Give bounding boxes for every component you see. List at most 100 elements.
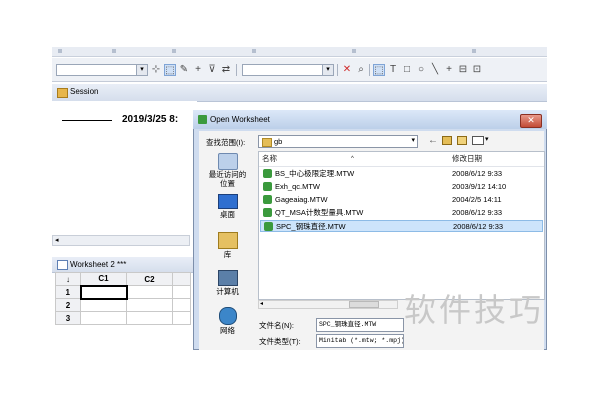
row-header[interactable]: 2 [55,298,81,312]
toolbar-button[interactable] [472,49,476,53]
cell[interactable] [172,298,191,312]
scroll-left-icon[interactable]: ◂ [55,236,59,244]
column-header-arrow[interactable]: ↓ [55,272,81,286]
libraries-icon [217,232,238,249]
active-cell[interactable] [79,284,128,300]
places-item-libraries[interactable]: 库 [199,232,256,260]
graph-toolbar: ▾ ⊹ ⬚ ✎ + ⊽ ⇄ ▾ ✕ ⌕ ⬚ T □ ○ ╲ + ⊟ ⊡ [52,58,547,82]
file-name: Gageaiag.MTW [275,195,328,204]
desktop-icon [217,194,238,209]
file-date: 2008/6/12 9:33 [453,222,504,231]
cell[interactable] [172,311,191,325]
file-row[interactable]: Gageaiag.MTW 2004/2/5 14:11 [260,194,543,206]
row-header[interactable]: 3 [55,311,81,325]
chevron-down-icon[interactable]: ▾ [322,65,333,75]
cell[interactable] [126,298,173,312]
chevron-down-icon[interactable]: ▾ [411,136,415,144]
ellipse-tool-icon[interactable]: ○ [415,64,427,76]
polygon-tool-icon[interactable]: ⊟ [457,64,469,76]
cell[interactable] [126,311,173,325]
mtw-file-icon [263,208,272,217]
places-label: 桌面 [220,210,235,219]
text-tool-icon[interactable]: T [387,64,399,76]
new-folder-icon[interactable] [457,136,467,145]
chevron-down-icon[interactable]: ▾ [136,65,147,75]
chevron-down-icon[interactable]: ▾ [485,135,489,143]
mtw-file-icon [263,169,272,178]
close-icon[interactable]: ✕ [341,64,353,76]
places-bar: 最近访问的位置 桌面 库 计算机 网络 [199,151,256,350]
look-in-combo[interactable]: gb ▾ [258,135,418,148]
cell[interactable] [126,285,173,299]
file-row[interactable]: QT_MSA计数型量具.MTW 2008/6/12 9:33 [260,207,543,219]
brush-icon[interactable]: ✎ [178,64,190,76]
filename-label: 文件名(N): [259,321,294,330]
column-header-c1[interactable]: C1 [80,272,127,286]
filename-input[interactable]: SPC_钢珠直径.MTW [316,318,404,332]
zoom-icon[interactable]: ⌕ [355,64,367,76]
swap-icon[interactable]: ⇄ [220,64,232,76]
session-titlebar: Session [52,84,547,102]
toolbar-separator [236,64,237,76]
toolbar-separator [337,64,338,76]
graph-combo[interactable]: ▾ [242,64,334,76]
column-header-name[interactable]: 名称 [262,152,277,166]
region-tool-icon[interactable]: ⊡ [471,64,483,76]
places-item-desktop[interactable]: 桌面 [199,194,256,220]
places-label: 计算机 [216,287,239,296]
select-tool-icon[interactable]: ⬚ [164,64,176,76]
toolbar-button[interactable] [252,49,256,53]
sort-indicator-icon: ^ [351,156,354,162]
toolbar-grip [58,49,62,53]
minitab-icon [198,115,207,124]
select-shape-icon[interactable]: ⬚ [373,64,385,76]
file-name: Exh_qc.MTW [275,182,321,191]
view-menu-icon[interactable] [472,136,484,145]
worksheet-combo[interactable]: ▾ [56,64,148,76]
marker-tool-icon[interactable]: + [443,64,455,76]
places-item-network[interactable]: 网络 [199,307,256,336]
file-date: 2008/6/12 9:33 [452,169,503,178]
toolbar-button[interactable] [112,49,116,53]
toolbar-button[interactable] [352,49,356,53]
cursor-icon[interactable]: ⊹ [150,64,162,76]
worksheet-grid: ↓ C1 C2 1 2 3 [55,272,191,325]
file-row[interactable]: BS_中心极限定理.MTW 2008/6/12 9:33 [260,168,543,180]
mtw-file-icon [263,195,272,204]
toolbar-button[interactable] [172,49,176,53]
session-scrollbar[interactable]: ◂ [52,235,190,246]
session-divider [62,120,112,121]
file-row[interactable]: Exh_qc.MTW 2003/9/12 14:10 [260,181,543,193]
menu-toolbar [52,47,547,57]
worksheet-titlebar: Worksheet 2 *** [52,257,198,273]
places-item-recent[interactable]: 最近访问的位置 [199,153,256,188]
cell[interactable] [172,285,191,299]
worksheet-icon [57,260,68,270]
file-list-scrollbar[interactable]: ◂ [258,300,398,309]
back-icon[interactable]: ← [428,135,438,146]
dialog-title: Open Worksheet [210,115,270,124]
toolbar-separator [369,64,370,76]
close-button[interactable]: ✕ [520,114,542,128]
column-header-c3[interactable] [172,272,191,286]
filter-icon[interactable]: ⊽ [206,64,218,76]
scroll-left-icon[interactable]: ◂ [260,300,263,307]
folder-icon [262,138,272,147]
file-date: 2004/2/5 14:11 [452,195,502,204]
rectangle-tool-icon[interactable]: □ [401,64,413,76]
cell[interactable] [80,311,127,325]
line-tool-icon[interactable]: ╲ [429,64,441,76]
column-header-c2[interactable]: C2 [126,272,173,286]
filetype-select[interactable]: Minitab (*.mtw; *.mpj) [316,334,404,348]
up-folder-icon[interactable] [442,136,452,145]
column-header-modified[interactable]: 修改日期 [452,152,482,166]
session-title: Session [70,87,99,96]
mtw-file-icon [264,222,273,231]
row-header[interactable]: 1 [55,285,81,299]
crosshair-icon[interactable]: + [192,64,204,76]
places-item-computer[interactable]: 计算机 [199,270,256,297]
cell[interactable] [80,298,127,312]
file-row-selected[interactable]: SPC_钢珠直径.MTW 2008/6/12 9:33 [260,220,543,232]
scrollbar-thumb[interactable] [349,301,379,308]
file-name: BS_中心极限定理.MTW [275,169,355,178]
